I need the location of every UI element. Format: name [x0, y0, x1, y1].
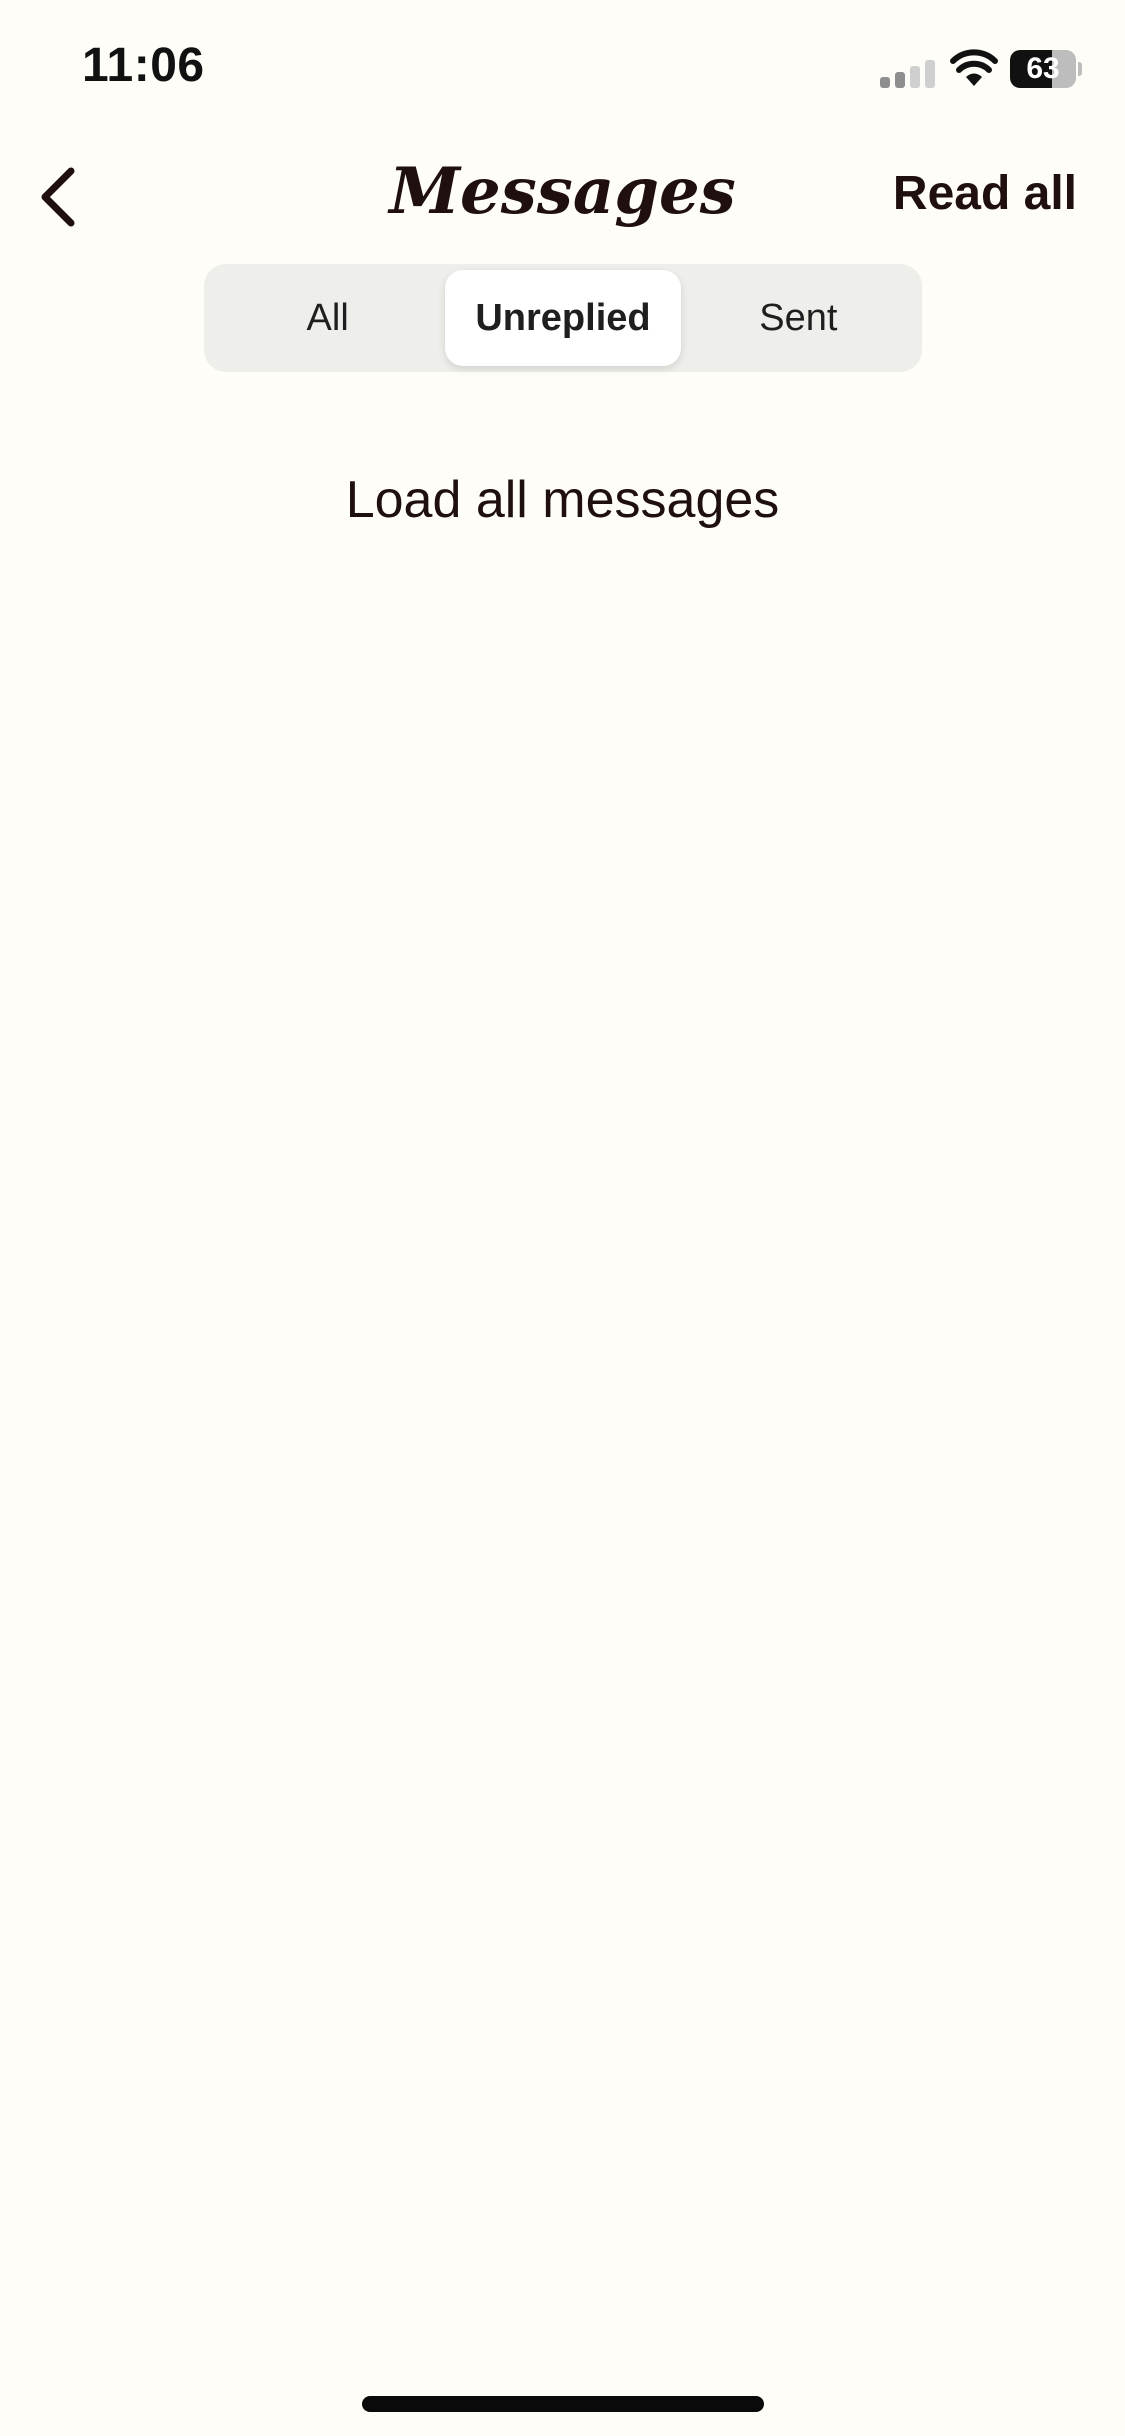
status-bar: 11:06 63 [0, 0, 1125, 140]
nav-header: Messages Read all [0, 140, 1125, 260]
wifi-icon [950, 49, 998, 86]
status-time: 11:06 [82, 39, 205, 92]
load-all-messages-button[interactable]: Load all messages [0, 470, 1125, 530]
tab-sent[interactable]: Sent [681, 270, 916, 366]
read-all-button[interactable]: Read all [893, 166, 1077, 221]
home-indicator[interactable] [362, 2396, 764, 2412]
cellular-signal-icon [880, 60, 935, 88]
chevron-left-icon [41, 167, 75, 227]
battery-level-text: 63 [1026, 52, 1060, 85]
message-filter-tabs: All Unreplied Sent [204, 264, 922, 372]
tab-unreplied[interactable]: Unreplied [445, 270, 681, 366]
back-button[interactable] [14, 152, 104, 242]
tab-all[interactable]: All [210, 270, 445, 366]
battery-icon: 63 [1010, 50, 1082, 88]
